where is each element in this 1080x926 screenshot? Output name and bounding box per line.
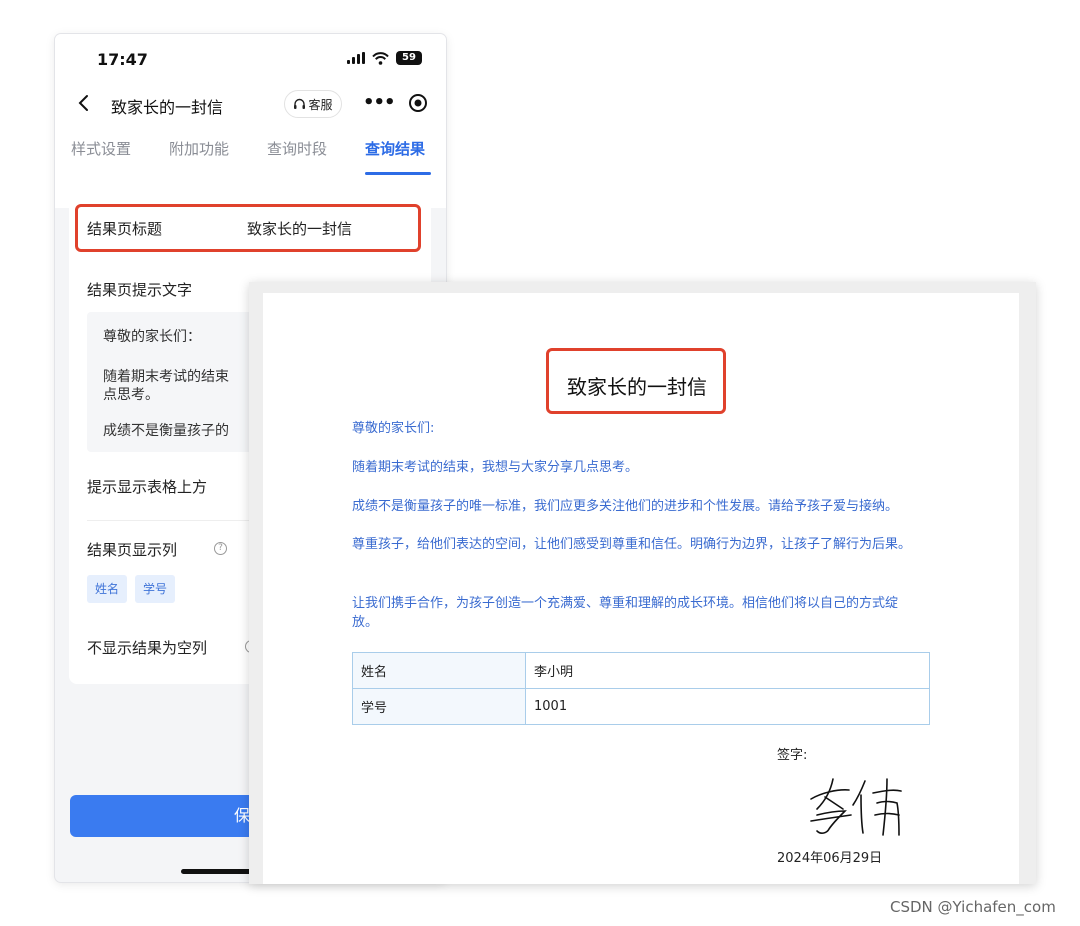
hint-above-table-label: 提示显示表格上方 [87,478,208,496]
letter-paragraph: 随着期末考试的结束，我想与大家分享几点思考。 [352,460,639,475]
watermark: CSDN @Yichafen_com [890,898,1056,916]
hide-empty-columns-label: 不显示结果为空列 [87,639,208,657]
tab-extra-features[interactable]: 附加功能 [169,138,229,159]
column-chip-id[interactable]: 学号 [135,575,176,603]
column-chip-name[interactable]: 姓名 [87,575,128,603]
tab-query-result[interactable]: 查询结果 [365,138,425,159]
tab-bar: 样式设置 附加功能 查询时段 查询结果 [55,138,446,178]
hint-line: 随着期末考试的结束 [103,369,229,385]
tab-query-period[interactable]: 查询时段 [267,138,327,159]
hint-line: 成绩不是衡量孩子的 [103,423,229,439]
active-tab-indicator [365,172,431,175]
top-bar: 17:47 59 致家长的一封信 客服 ••• 样式设置 附加功能 查询时段 查… [55,34,446,208]
save-button-label: 保 [234,806,251,825]
letter-preview-window: 致家长的一封信 尊敬的家长们: 随着期末考试的结束，我想与大家分享几点思考。 成… [249,282,1036,884]
signal-icon [347,52,365,64]
result-columns-label: 结果页显示列 [87,541,178,559]
signature-label: 签字: [777,748,808,763]
letter-paragraph: 尊敬的家长们: [352,421,435,436]
letter-paragraph: 让我们携手合作，为孩子创造一个充满爱、尊重和理解的成长环境。相信他们将以自己的方… [352,596,899,630]
hint-line: 尊敬的家长们： [103,329,201,345]
table-value-cell: 李小明 [525,652,930,689]
letter-paragraph: 尊重孩子，给他们表达的空间，让他们感受到尊重和信任。明确行为边界，让孩子了解行为… [352,537,912,552]
customer-service-label: 客服 [308,97,333,112]
table-value-cell: 1001 [525,688,930,725]
letter-title: 致家长的一封信 [567,375,707,399]
table-row: 姓名 李小明 [352,652,930,689]
table-key-cell: 姓名 [352,652,526,689]
table-row: 学号 1001 [352,688,930,725]
letter-paragraph: 成绩不是衡量孩子的唯一标准，我们应更多关注他们的进步和个性发展。请给予孩子爱与接… [352,499,899,514]
wifi-icon [372,51,389,65]
page-title: 致家长的一封信 [111,98,224,117]
letter-date: 2024年06月29日 [777,851,883,866]
help-icon[interactable]: ? [214,542,227,555]
hint-text-label: 结果页提示文字 [87,281,193,299]
result-title-label: 结果页标题 [87,220,163,238]
result-title-input[interactable]: 致家长的一封信 [247,218,352,239]
table-key-cell: 学号 [352,688,526,725]
customer-service-button[interactable]: 客服 [284,90,342,118]
status-icons: 59 [347,51,422,65]
back-arrow-icon[interactable] [73,92,95,114]
more-menu-icon[interactable]: ••• [363,92,396,113]
tab-style-settings[interactable]: 样式设置 [71,138,131,159]
status-time: 17:47 [97,50,148,69]
hint-line: 点思考。 [103,387,159,403]
battery-icon: 59 [396,51,422,65]
letter-paper: 致家长的一封信 尊敬的家长们: 随着期末考试的结束，我想与大家分享几点思考。 成… [263,293,1019,884]
handwritten-signature [810,778,902,836]
student-info-table: 姓名 李小明 学号 1001 [352,652,930,725]
headset-icon [294,98,306,109]
close-miniprogram-icon[interactable] [408,93,428,113]
